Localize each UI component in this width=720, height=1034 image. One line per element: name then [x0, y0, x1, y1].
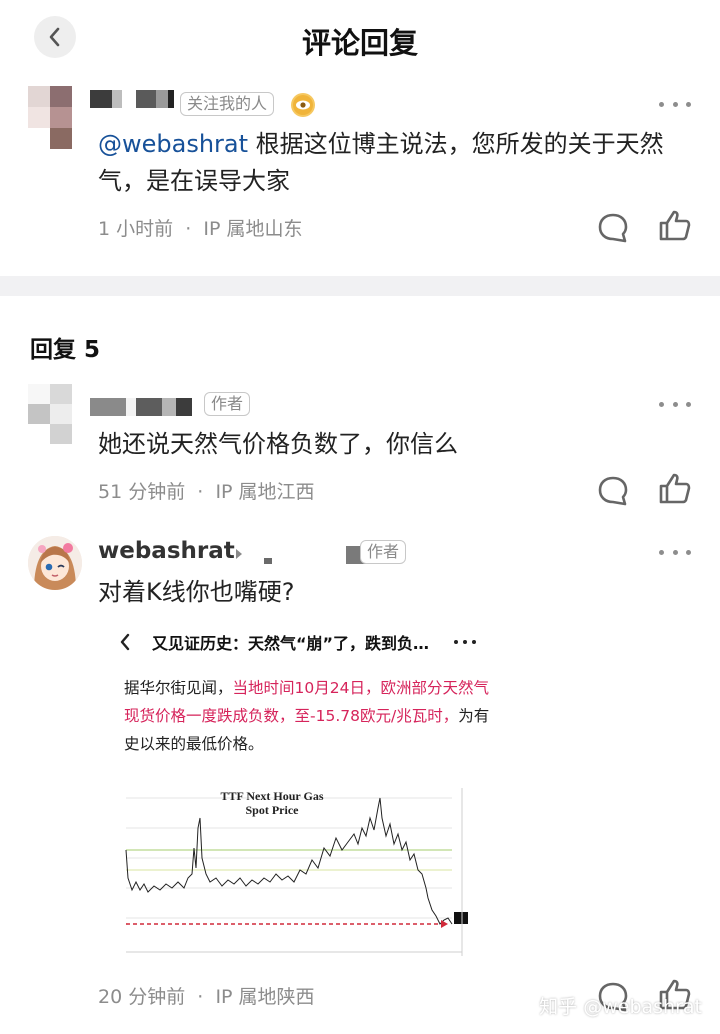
- anime-avatar-icon: [28, 536, 82, 590]
- follower-tag: 关注我的人: [180, 92, 275, 116]
- like-button[interactable]: [658, 209, 692, 243]
- embedded-header: 又见证历史：天然气“崩”了，跌到负…: [112, 628, 498, 662]
- comment-text: @webashrat 根据这位博主说法，您所发的关于天然气，是在误导大家: [98, 130, 664, 195]
- mention-link[interactable]: @webashrat: [98, 130, 248, 158]
- embedded-image[interactable]: 又见证历史：天然气“崩”了，跌到负… 据华尔街见闻，当地时间10月24日，欧洲部…: [112, 618, 498, 968]
- page-header: 评论回复: [0, 0, 720, 78]
- embedded-title: 又见证历史：天然气“崩”了，跌到负…: [152, 634, 430, 653]
- comment-bubble-icon: [598, 213, 628, 243]
- chevron-left-icon: [120, 633, 130, 651]
- avatar[interactable]: [28, 384, 72, 444]
- thumbs-up-icon: [659, 210, 691, 241]
- comment-bubble-icon: [598, 476, 628, 506]
- avatar[interactable]: [28, 536, 82, 590]
- avatar[interactable]: [28, 86, 72, 150]
- reply-meta: 51 分钟前 · IP 属地江西: [98, 481, 315, 503]
- reply-text: 她还说天然气价格负数了，你信么: [98, 430, 458, 458]
- reply-time: 51 分钟前: [98, 481, 186, 503]
- reply-to-arrow-icon: [234, 546, 244, 560]
- comment-time: 1 小时前: [98, 218, 174, 240]
- gas-price-chart: TTF Next Hour Gas Spot Price: [122, 778, 482, 964]
- username-blurred[interactable]: [90, 90, 174, 108]
- username-blurred[interactable]: [90, 398, 192, 416]
- reply-button[interactable]: [596, 474, 630, 508]
- section-divider: [0, 276, 720, 296]
- more-options-button[interactable]: [659, 100, 691, 108]
- username[interactable]: webashrat: [98, 538, 235, 564]
- chart-title-line2: Spot Price: [246, 803, 300, 817]
- like-button[interactable]: [658, 472, 692, 506]
- comment-location: IP 属地山东: [203, 218, 303, 240]
- reply-time: 20 分钟前: [98, 986, 186, 1008]
- replies-count: 回复 5: [30, 337, 101, 363]
- reply-text: 对着K线你也嘴硬?: [98, 578, 295, 606]
- more-options-button[interactable]: [659, 548, 691, 556]
- page-title: 评论回复: [301, 26, 418, 60]
- reply-location: IP 属地陕西: [215, 986, 315, 1008]
- eye-badge-icon: [290, 92, 316, 118]
- thumbs-up-icon: [659, 473, 691, 504]
- chart-title-line1: TTF Next Hour Gas: [220, 789, 323, 803]
- author-tag: 作者: [360, 540, 407, 564]
- reply-to-username-blurred[interactable]: [254, 546, 376, 564]
- reply-button[interactable]: [596, 211, 630, 245]
- more-icon: [454, 640, 476, 646]
- reply-location: IP 属地江西: [215, 481, 315, 503]
- author-tag: 作者: [204, 392, 251, 416]
- comment-meta: 1 小时前 · IP 属地山东: [98, 218, 303, 240]
- reply-meta: 20 分钟前 · IP 属地陕西: [98, 986, 315, 1008]
- watermark: 知乎 @webashrat: [539, 996, 702, 1018]
- embedded-article-text: 据华尔街见闻，当地时间10月24日，欧洲部分天然气现货价格一度跌成负数，至-15…: [124, 679, 490, 753]
- more-options-button[interactable]: [659, 400, 691, 408]
